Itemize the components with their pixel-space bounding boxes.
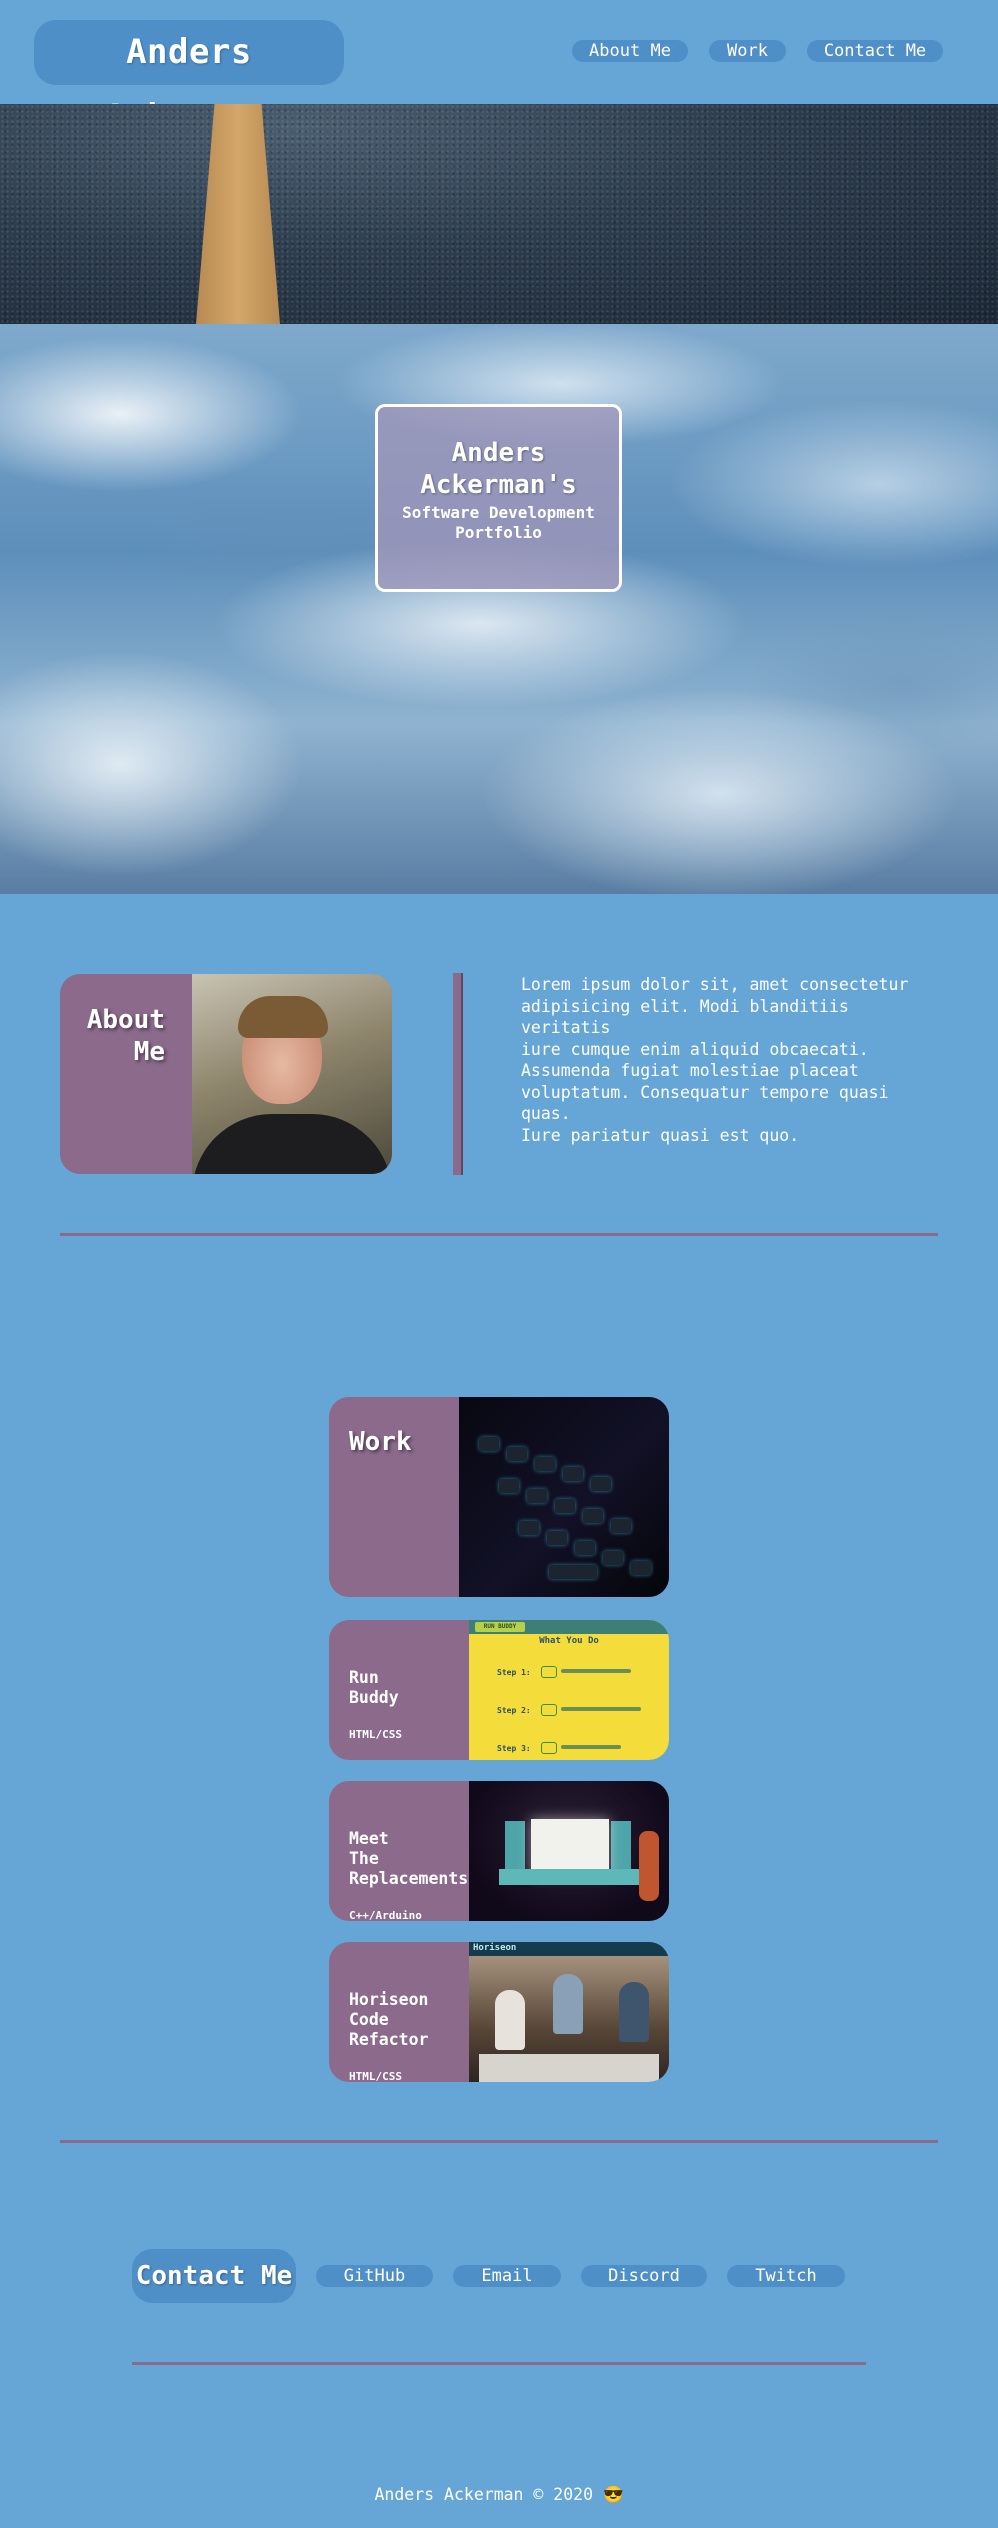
twitch-link[interactable]: Twitch xyxy=(727,2265,845,2287)
work-heading-card: Work xyxy=(329,1397,669,1597)
discord-link[interactable]: Discord xyxy=(581,2265,707,2287)
email-link[interactable]: Email xyxy=(453,2265,561,2287)
project-tag: HTML/CSS xyxy=(349,1728,402,1741)
section-divider xyxy=(60,2140,938,2143)
portrait-photo xyxy=(192,974,392,1174)
section-divider xyxy=(60,1233,938,1236)
hero-subtitle: Software Development Portfolio xyxy=(402,503,595,542)
project-tag: C++/Arduino xyxy=(349,1909,422,1921)
about-vertical-divider xyxy=(453,973,463,1175)
road-center-line xyxy=(196,104,280,324)
project-card-run-buddy[interactable]: Run Buddy HTML/CSS RUN BUDDY What You Do… xyxy=(329,1620,669,1760)
horiseon-screenshot: Horiseon xyxy=(469,1942,669,2082)
footer-copyright: Anders Ackerman © 2020 😎 xyxy=(374,2485,624,2504)
project-title: Run Buddy HTML/CSS xyxy=(349,1648,469,1760)
nav-about-me[interactable]: About Me xyxy=(572,40,688,62)
project-title: Horiseon Code Refactor HTML/CSS xyxy=(349,1970,469,2082)
about-heading: About Me xyxy=(86,1005,165,1067)
about-card: About Me xyxy=(60,974,392,1174)
contact-heading: Contact Me xyxy=(132,2249,296,2303)
nav-work[interactable]: Work xyxy=(709,40,786,62)
run-buddy-screenshot: RUN BUDDY What You Do Step 1: Step 2: St… xyxy=(469,1620,669,1760)
run-buddy-logo: RUN BUDDY xyxy=(475,1622,525,1632)
hero-card: Anders Ackerman's Software Development P… xyxy=(375,404,622,592)
github-link[interactable]: GitHub xyxy=(316,2265,433,2287)
project-card-meet-the-replacements[interactable]: Meet The Replacements C++/Arduino xyxy=(329,1781,669,1921)
project-card-horiseon-code-refactor[interactable]: Horiseon Code Refactor HTML/CSS Horiseon xyxy=(329,1942,669,2082)
project-tag: HTML/CSS xyxy=(349,2070,402,2082)
road-banner-image xyxy=(0,104,998,324)
about-text: Lorem ipsum dolor sit, amet consectetur … xyxy=(521,975,909,1145)
site-header: Anders Ackerman About Me Work Contact Me xyxy=(0,0,998,137)
hero-title: Anders Ackerman's xyxy=(420,438,577,500)
site-brand[interactable]: Anders Ackerman xyxy=(34,20,344,137)
project-title: Meet The Replacements C++/Arduino xyxy=(349,1829,469,1921)
nav-contact-me[interactable]: Contact Me xyxy=(807,40,943,62)
work-heading: Work xyxy=(349,1427,412,1457)
keyboard-photo xyxy=(459,1397,669,1597)
stage-photo xyxy=(469,1781,669,1921)
contact-divider xyxy=(132,2362,866,2365)
